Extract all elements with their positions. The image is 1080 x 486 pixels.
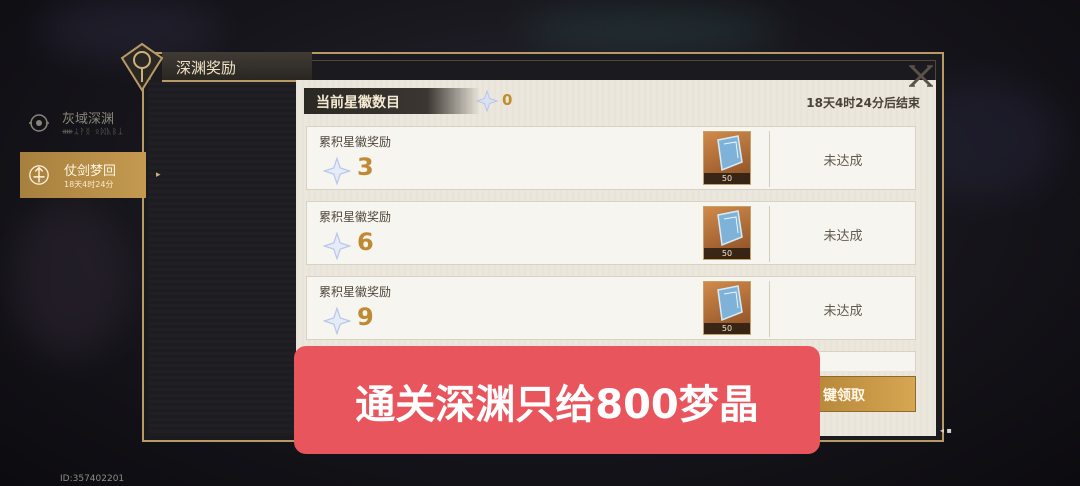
star-count-label: 当前星徽数目: [316, 95, 400, 111]
sidebar-item-sublabel: 18天4时24分: [64, 180, 114, 189]
star-icon: [323, 307, 351, 335]
corner-decoration: ◂ ▪: [940, 426, 952, 435]
crystal-icon[interactable]: 50: [703, 281, 751, 335]
sidebar-item-label: 灰域深渊: [62, 112, 115, 127]
star-icon: [476, 90, 498, 112]
star-icon: [323, 157, 351, 185]
sidebar: [148, 80, 296, 436]
reward-row: 累积星徽奖励 6 50 未达成: [306, 201, 916, 265]
star-count-bar: 当前星徽数目: [304, 88, 480, 114]
item-quantity: 50: [704, 248, 750, 259]
reward-star-requirement: 6: [357, 228, 374, 256]
caption-text: 通关深渊只给800梦晶: [355, 382, 759, 428]
sidebar-item-label: 仗剑梦回: [64, 164, 117, 179]
header-tab: 深渊奖励: [162, 52, 312, 82]
reward-status: 未达成: [823, 154, 863, 169]
sidebar-item-sublabel: ᚔᛦᚹᛝ ᛟᛞᚣᛒᛣ: [62, 127, 124, 136]
reward-row: 累积星徽奖励 3 50 未达成: [306, 126, 916, 190]
crystal-icon[interactable]: 50: [703, 206, 751, 260]
star-icon: [323, 232, 351, 260]
crystal-icon[interactable]: 50: [703, 131, 751, 185]
page-title: 深渊奖励: [176, 59, 237, 77]
sword-icon: [28, 164, 50, 186]
background-blur: [10, 200, 130, 360]
reward-label: 累积星徽奖励: [319, 135, 392, 149]
reward-label: 累积星徽奖励: [319, 285, 392, 299]
claim-all-label: 键领取: [823, 388, 865, 404]
emblem-icon: [120, 42, 164, 92]
claim-all-button[interactable]: 键领取: [812, 376, 916, 412]
abyss-icon: [28, 112, 50, 134]
item-quantity: 50: [704, 323, 750, 334]
background-blur: [520, 10, 780, 50]
sidebar-item-sword-dream[interactable]: 仗剑梦回 18天4时24分: [20, 152, 146, 198]
reward-star-requirement: 9: [357, 303, 374, 331]
sidebar-item-gray-abyss[interactable]: 灰域深渊 ᚔᛦᚹᛝ ᛟᛞᚣᛒᛣ: [0, 100, 148, 146]
reward-row: 累积星徽奖励 9 50 未达成: [306, 276, 916, 340]
close-button[interactable]: [906, 62, 936, 90]
reward-star-requirement: 3: [357, 153, 374, 181]
close-icon: [909, 64, 933, 88]
time-remaining: 18天4时24分后结束: [806, 96, 920, 110]
caption-overlay: 通关深渊只给800梦晶: [294, 346, 820, 454]
item-quantity: 50: [704, 173, 750, 184]
reward-status: 未达成: [823, 304, 863, 319]
star-count-value: 0: [502, 91, 513, 109]
reward-status: 未达成: [823, 229, 863, 244]
selected-arrow-icon: ▸: [156, 170, 161, 180]
reward-label: 累积星徽奖励: [319, 210, 392, 224]
player-id: ID:357402201: [60, 474, 125, 484]
